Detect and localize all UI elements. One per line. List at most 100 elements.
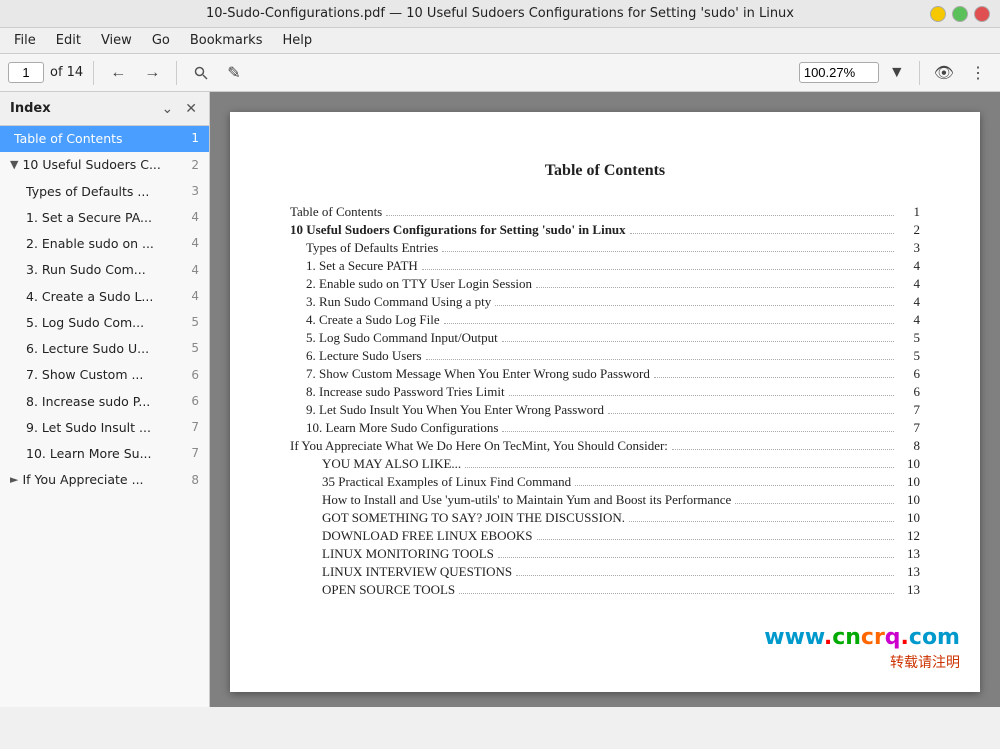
toc-num: 4 bbox=[898, 276, 920, 292]
prev-page-button[interactable]: ← bbox=[104, 61, 132, 85]
sidebar-item-9[interactable]: 9. Let Sudo Insult ... 7 bbox=[0, 415, 209, 441]
sidebar-item-9-num: 7 bbox=[183, 420, 199, 436]
toc-num: 10 bbox=[898, 456, 920, 472]
sidebar-item-5[interactable]: 5. Log Sudo Com... 5 bbox=[0, 310, 209, 336]
sidebar-item-1[interactable]: 1. Set a Secure PA... 4 bbox=[0, 205, 209, 231]
sidebar-header: Index ⌄ ✕ bbox=[0, 92, 209, 126]
maximize-button[interactable] bbox=[952, 6, 968, 22]
page-input[interactable] bbox=[8, 62, 44, 83]
toc-row: If You Appreciate What We Do Here On Tec… bbox=[290, 438, 920, 454]
toc-num: 4 bbox=[898, 258, 920, 274]
zoom-input[interactable] bbox=[799, 62, 879, 83]
sidebar-item-10useful-label: 10 Useful Sudoers C... bbox=[22, 157, 183, 173]
toc-fill bbox=[536, 287, 894, 288]
toc-row: 8. Increase sudo Password Tries Limit 6 bbox=[290, 384, 920, 400]
toc-num: 10 bbox=[898, 510, 920, 526]
sidebar-item-6-label: 6. Lecture Sudo U... bbox=[26, 341, 183, 357]
toc-label: LINUX INTERVIEW QUESTIONS bbox=[322, 564, 512, 580]
toc-label: 35 Practical Examples of Linux Find Comm… bbox=[322, 474, 571, 490]
toc-label: 2. Enable sudo on TTY User Login Session bbox=[306, 276, 532, 292]
menu-help[interactable]: Help bbox=[274, 30, 320, 51]
menu-edit[interactable]: Edit bbox=[48, 30, 89, 51]
toc-row: 10 Useful Sudoers Configurations for Set… bbox=[290, 222, 920, 238]
sidebar-collapse-button[interactable]: ⌄ bbox=[160, 98, 176, 119]
toc-num: 1 bbox=[898, 204, 920, 220]
toc-row: 9. Let Sudo Insult You When You Enter Wr… bbox=[290, 402, 920, 418]
sidebar-item-7[interactable]: 7. Show Custom ... 6 bbox=[0, 362, 209, 388]
sidebar-item-3[interactable]: 3. Run Sudo Com... 4 bbox=[0, 257, 209, 283]
eye-button[interactable]: 👁 bbox=[928, 60, 960, 86]
sidebar-item-types-num: 3 bbox=[183, 184, 199, 200]
title-bar: 10-Sudo-Configurations.pdf — 10 Useful S… bbox=[0, 0, 1000, 28]
toc-num: 6 bbox=[898, 366, 920, 382]
sidebar-item-2[interactable]: 2. Enable sudo on ... 4 bbox=[0, 231, 209, 257]
wm-com: com bbox=[909, 625, 960, 650]
next-page-button[interactable]: → bbox=[138, 61, 166, 85]
pdf-page: Table of Contents Table of Contents 1 10… bbox=[230, 112, 980, 692]
toc-row: LINUX INTERVIEW QUESTIONS 13 bbox=[290, 564, 920, 580]
toc-fill bbox=[537, 539, 894, 540]
close-button[interactable] bbox=[974, 6, 990, 22]
toc-fill bbox=[498, 557, 894, 558]
zoom-container: ▼ 👁 ⋮ bbox=[799, 60, 992, 86]
toc-num: 10 bbox=[898, 492, 920, 508]
sidebar-item-8-label: 8. Increase sudo P... bbox=[26, 394, 183, 410]
sidebar-item-10useful[interactable]: ▼ 10 Useful Sudoers C... 2 bbox=[0, 152, 209, 178]
toc-row: Table of Contents 1 bbox=[290, 204, 920, 220]
toc-row: DOWNLOAD FREE LINUX EBOOKS 12 bbox=[290, 528, 920, 544]
search-button[interactable] bbox=[187, 62, 215, 84]
sidebar-item-2-num: 4 bbox=[183, 236, 199, 252]
toc-heading: Table of Contents bbox=[290, 162, 920, 180]
menu-view[interactable]: View bbox=[93, 30, 140, 51]
wm-dot3: . bbox=[901, 625, 909, 650]
toc-num: 8 bbox=[898, 438, 920, 454]
toc-fill bbox=[422, 269, 894, 270]
watermark: www.cncrq.com 转载请注明 bbox=[764, 625, 960, 672]
sidebar-item-6[interactable]: 6. Lecture Sudo U... 5 bbox=[0, 336, 209, 362]
window-controls bbox=[930, 6, 990, 22]
toc-num: 10 bbox=[898, 474, 920, 490]
sidebar-close-button[interactable]: ✕ bbox=[183, 98, 199, 119]
toc-label: Table of Contents bbox=[290, 204, 382, 220]
chevron-right-icon: ► bbox=[10, 473, 18, 487]
toc-fill bbox=[672, 449, 894, 450]
toc-label: GOT SOMETHING TO SAY? JOIN THE DISCUSSIO… bbox=[322, 510, 625, 526]
sidebar-item-ifappreciate[interactable]: ► If You Appreciate ... 8 bbox=[0, 467, 209, 493]
toc-label: 10. Learn More Sudo Configurations bbox=[306, 420, 498, 436]
sidebar-item-types[interactable]: Types of Defaults ... 3 bbox=[0, 179, 209, 205]
toc-fill bbox=[575, 485, 894, 486]
toc-row: 4. Create a Sudo Log File 4 bbox=[290, 312, 920, 328]
toc-row: How to Install and Use 'yum-utils' to Ma… bbox=[290, 492, 920, 508]
sidebar-item-10[interactable]: 10. Learn More Su... 7 bbox=[0, 441, 209, 467]
menu-go[interactable]: Go bbox=[144, 30, 178, 51]
sidebar-item-3-num: 4 bbox=[183, 263, 199, 279]
sidebar-item-4[interactable]: 4. Create a Sudo L... 4 bbox=[0, 284, 209, 310]
search-icon bbox=[193, 65, 209, 81]
toc-row: 7. Show Custom Message When You Enter Wr… bbox=[290, 366, 920, 382]
toc-row: 35 Practical Examples of Linux Find Comm… bbox=[290, 474, 920, 490]
sidebar-item-10useful-num: 2 bbox=[183, 158, 199, 174]
toc-fill bbox=[465, 467, 894, 468]
wm-rq: q bbox=[885, 625, 901, 650]
toc-fill bbox=[735, 503, 894, 504]
menu-file[interactable]: File bbox=[6, 30, 44, 51]
toc-num: 5 bbox=[898, 348, 920, 364]
sidebar-item-10-num: 7 bbox=[183, 446, 199, 462]
minimize-button[interactable] bbox=[930, 6, 946, 22]
toc-row: Types of Defaults Entries 3 bbox=[290, 240, 920, 256]
more-options-button[interactable]: ⋮ bbox=[964, 60, 992, 86]
watermark-line1: www.cncrq.com bbox=[764, 625, 960, 650]
watermark-line2: 转载请注明 bbox=[764, 652, 960, 672]
menu-bookmarks[interactable]: Bookmarks bbox=[182, 30, 271, 51]
toc-row: YOU MAY ALSO LIKE... 10 bbox=[290, 456, 920, 472]
sidebar-item-4-num: 4 bbox=[183, 289, 199, 305]
annotate-button[interactable]: ✎ bbox=[221, 60, 246, 86]
toc-row: 5. Log Sudo Command Input/Output 5 bbox=[290, 330, 920, 346]
toc-label: 7. Show Custom Message When You Enter Wr… bbox=[306, 366, 650, 382]
zoom-dropdown-button[interactable]: ▼ bbox=[883, 61, 911, 85]
sidebar-item-8[interactable]: 8. Increase sudo P... 6 bbox=[0, 389, 209, 415]
toc-content: Table of Contents 1 10 Useful Sudoers Co… bbox=[290, 204, 920, 598]
sidebar-item-toc[interactable]: Table of Contents 1 bbox=[0, 126, 209, 152]
page-total: of 14 bbox=[50, 65, 83, 80]
toc-fill bbox=[654, 377, 894, 378]
